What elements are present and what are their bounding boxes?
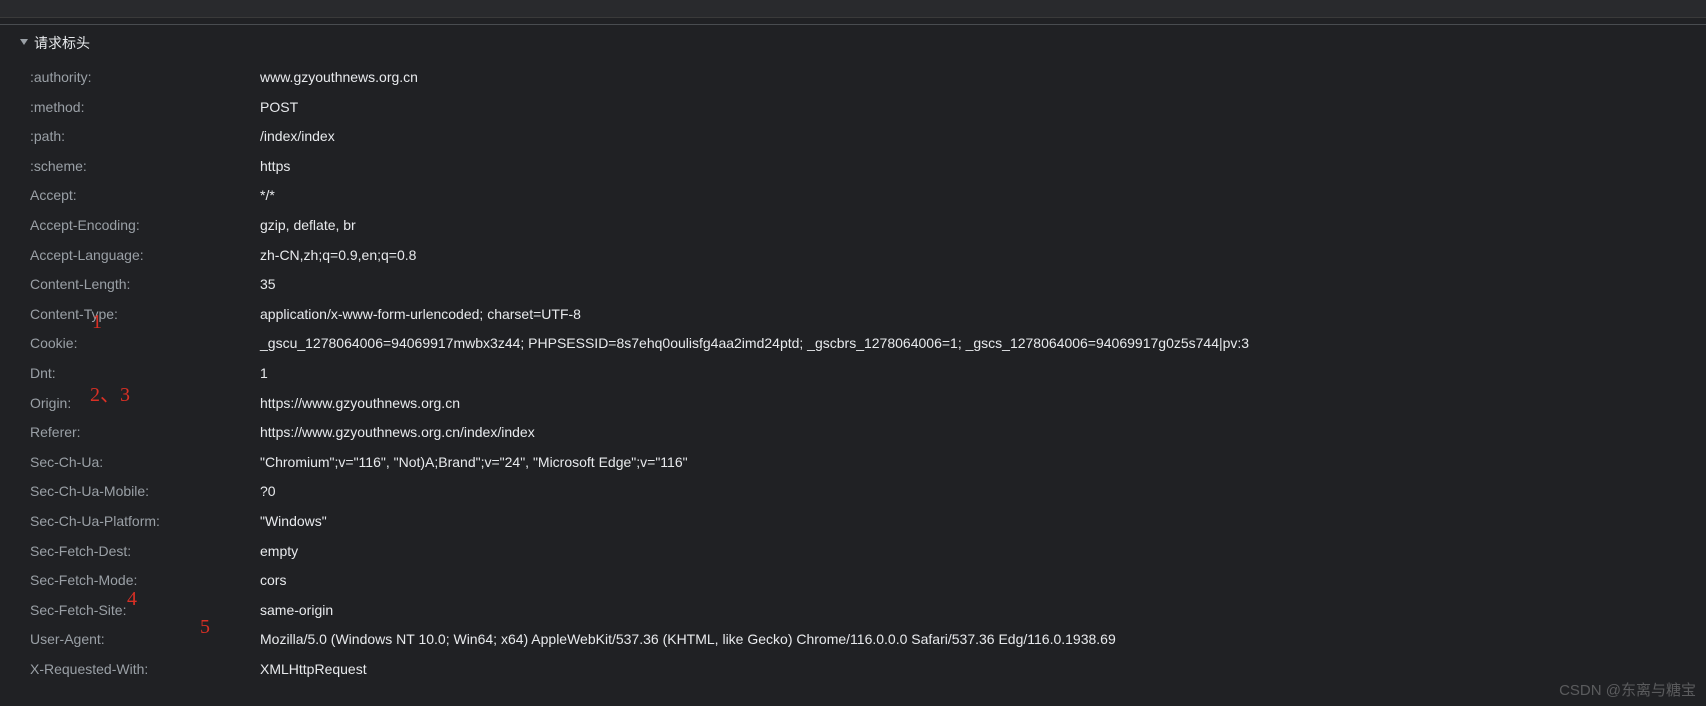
header-row[interactable]: X-Requested-With:XMLHttpRequest bbox=[30, 655, 1706, 685]
header-value: empty bbox=[260, 542, 1706, 562]
top-bar bbox=[0, 0, 1706, 18]
header-value: ?0 bbox=[260, 482, 1706, 502]
header-name: Accept-Language: bbox=[30, 246, 260, 266]
header-value: cors bbox=[260, 571, 1706, 591]
header-value: POST bbox=[260, 98, 1706, 118]
header-name: Sec-Fetch-Mode: bbox=[30, 571, 260, 591]
header-name: Sec-Ch-Ua: bbox=[30, 453, 260, 473]
header-value: application/x-www-form-urlencoded; chars… bbox=[260, 305, 1706, 325]
header-name: User-Agent: bbox=[30, 630, 260, 650]
header-row[interactable]: Sec-Ch-Ua-Platform:"Windows" bbox=[30, 507, 1706, 537]
header-row[interactable]: :path:/index/index bbox=[30, 122, 1706, 152]
header-name: Origin: bbox=[30, 394, 260, 414]
request-headers-section[interactable]: 请求标头 bbox=[0, 24, 1706, 61]
header-value: https://www.gzyouthnews.org.cn bbox=[260, 394, 1706, 414]
header-name: Sec-Fetch-Dest: bbox=[30, 542, 260, 562]
header-value: www.gzyouthnews.org.cn bbox=[260, 68, 1706, 88]
header-row[interactable]: Accept-Language:zh-CN,zh;q=0.9,en;q=0.8 bbox=[30, 241, 1706, 271]
header-name: X-Requested-With: bbox=[30, 660, 260, 680]
header-row[interactable]: Accept-Encoding:gzip, deflate, br bbox=[30, 211, 1706, 241]
header-name: Accept-Encoding: bbox=[30, 216, 260, 236]
headers-list: :authority:www.gzyouthnews.org.cn:method… bbox=[0, 61, 1706, 686]
header-value: /index/index bbox=[260, 127, 1706, 147]
header-value: Mozilla/5.0 (Windows NT 10.0; Win64; x64… bbox=[260, 630, 1706, 650]
header-name: Sec-Ch-Ua-Mobile: bbox=[30, 482, 260, 502]
header-name: Cookie: bbox=[30, 334, 260, 354]
header-value: XMLHttpRequest bbox=[260, 660, 1706, 680]
header-row[interactable]: Referer:https://www.gzyouthnews.org.cn/i… bbox=[30, 418, 1706, 448]
header-row[interactable]: Accept:*/* bbox=[30, 181, 1706, 211]
annotation-marker: 2、3 bbox=[90, 378, 130, 407]
header-name: :authority: bbox=[30, 68, 260, 88]
header-value: */* bbox=[260, 186, 1706, 206]
header-name: Sec-Ch-Ua-Platform: bbox=[30, 512, 260, 532]
header-name: :method: bbox=[30, 98, 260, 118]
header-row[interactable]: :scheme:https bbox=[30, 152, 1706, 182]
header-row[interactable]: Cookie:_gscu_1278064006=94069917mwbx3z44… bbox=[30, 329, 1706, 359]
header-name: Accept: bbox=[30, 186, 260, 206]
header-row[interactable]: :authority:www.gzyouthnews.org.cn bbox=[30, 63, 1706, 93]
header-value: _gscu_1278064006=94069917mwbx3z44; PHPSE… bbox=[260, 334, 1706, 354]
header-name: Content-Type: bbox=[30, 305, 260, 325]
header-value: 1 bbox=[260, 364, 1706, 384]
header-name: :scheme: bbox=[30, 157, 260, 177]
header-row[interactable]: Dnt:1 bbox=[30, 359, 1706, 389]
header-row[interactable]: Content-Length:35 bbox=[30, 270, 1706, 300]
annotation-marker: 1 bbox=[92, 311, 102, 334]
header-name: Sec-Fetch-Site: bbox=[30, 601, 260, 621]
header-row[interactable]: Origin:https://www.gzyouthnews.org.cn bbox=[30, 389, 1706, 419]
header-row[interactable]: Sec-Ch-Ua:"Chromium";v="116", "Not)A;Bra… bbox=[30, 448, 1706, 478]
annotation-marker: 5 bbox=[200, 616, 210, 639]
header-row[interactable]: Sec-Fetch-Site:same-origin bbox=[30, 596, 1706, 626]
section-title: 请求标头 bbox=[34, 35, 90, 51]
header-name: Content-Length: bbox=[30, 275, 260, 295]
header-name: Dnt: bbox=[30, 364, 260, 384]
watermark: CSDN @东离与糖宝 bbox=[1559, 679, 1696, 700]
header-value: https bbox=[260, 157, 1706, 177]
header-row[interactable]: Sec-Fetch-Dest:empty bbox=[30, 537, 1706, 567]
header-value: "Windows" bbox=[260, 512, 1706, 532]
header-row[interactable]: Content-Type:application/x-www-form-urle… bbox=[30, 300, 1706, 330]
header-row[interactable]: :method:POST bbox=[30, 93, 1706, 123]
header-value: https://www.gzyouthnews.org.cn/index/ind… bbox=[260, 423, 1706, 443]
annotation-marker: 4 bbox=[127, 588, 137, 611]
header-row[interactable]: Sec-Ch-Ua-Mobile:?0 bbox=[30, 477, 1706, 507]
header-row[interactable]: User-Agent:Mozilla/5.0 (Windows NT 10.0;… bbox=[30, 625, 1706, 655]
header-value: same-origin bbox=[260, 601, 1706, 621]
header-value: "Chromium";v="116", "Not)A;Brand";v="24"… bbox=[260, 453, 1706, 473]
header-value: 35 bbox=[260, 275, 1706, 295]
header-row[interactable]: Sec-Fetch-Mode:cors bbox=[30, 566, 1706, 596]
header-value: zh-CN,zh;q=0.9,en;q=0.8 bbox=[260, 246, 1706, 266]
header-name: :path: bbox=[30, 127, 260, 147]
header-name: Referer: bbox=[30, 423, 260, 443]
header-value: gzip, deflate, br bbox=[260, 216, 1706, 236]
